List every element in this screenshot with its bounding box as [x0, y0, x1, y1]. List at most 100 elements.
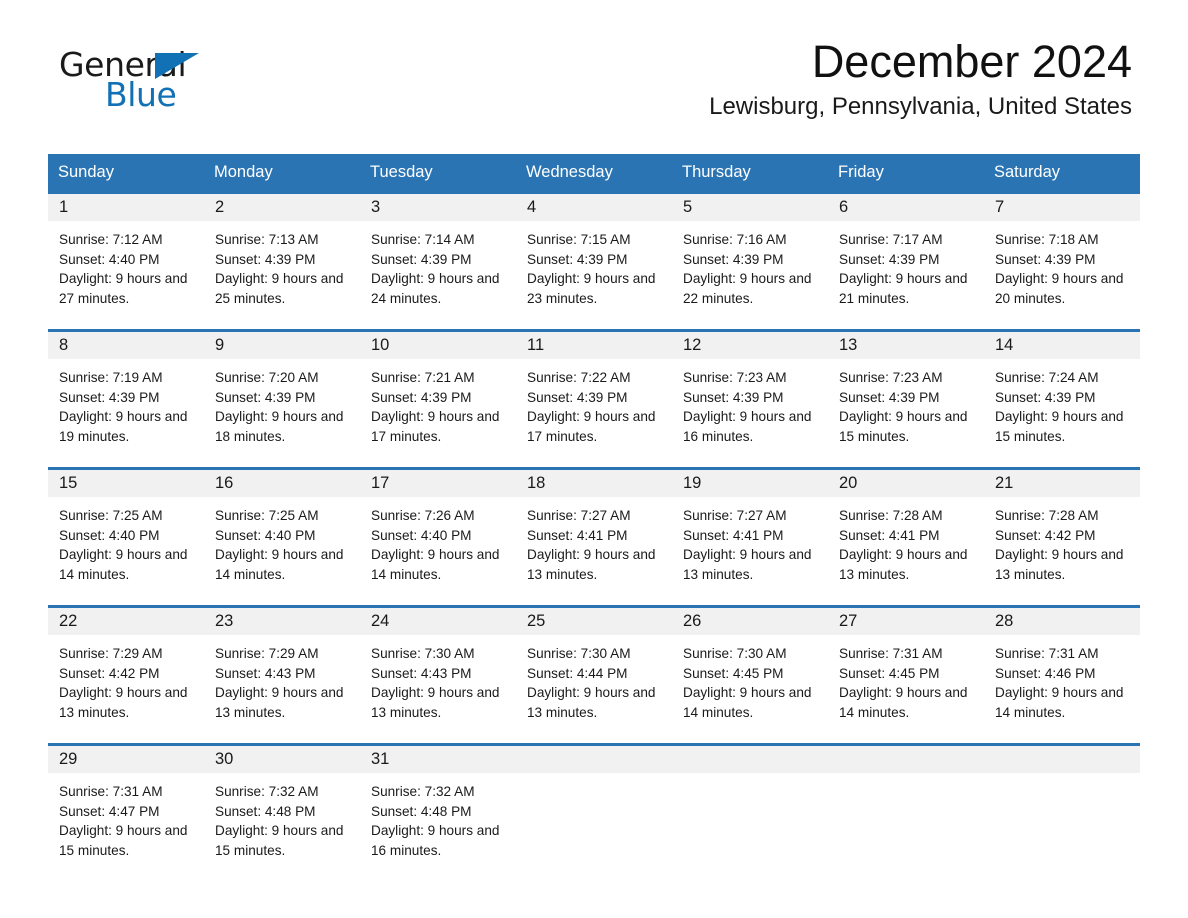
day-cell-inner: 16 Sunrise: 7:25 AM Sunset: 4:40 PM Dayligh… — [204, 470, 360, 605]
daylight-text: Daylight: 9 hours and 16 minutes. — [371, 823, 500, 858]
sunset-text: Sunset: 4:39 PM — [59, 389, 160, 405]
calendar-day-cell[interactable]: 26 Sunrise: 7:30 AM Sunset: 4:45 PM Dayligh… — [672, 605, 828, 745]
day-cell-inner: 17 Sunrise: 7:26 AM Sunset: 4:40 PM Dayligh… — [360, 470, 516, 605]
calendar-day-cell[interactable]: 15 Sunrise: 7:25 AM Sunset: 4:40 PM Dayligh… — [48, 467, 204, 607]
day-cell-inner: 22 Sunrise: 7:29 AM Sunset: 4:42 PM Dayligh… — [48, 608, 204, 743]
day-cell-inner — [516, 746, 672, 881]
calendar-day-cell[interactable]: 19 Sunrise: 7:27 AM Sunset: 4:41 PM Dayligh… — [672, 467, 828, 607]
sunrise-text: Sunrise: 7:17 AM — [839, 232, 943, 247]
day-number — [984, 746, 1140, 773]
day-number: 2 — [204, 194, 360, 221]
day-cell-inner: 23 Sunrise: 7:29 AM Sunset: 4:43 PM Dayligh… — [204, 608, 360, 743]
day-details: Sunrise: 7:30 AM Sunset: 4:45 PM Daylight:… — [672, 635, 828, 722]
calendar-day-cell[interactable]: 12 Sunrise: 7:23 AM Sunset: 4:39 PM Dayligh… — [672, 329, 828, 469]
calendar-day-cell[interactable]: 21 Sunrise: 7:28 AM Sunset: 4:42 PM Dayligh… — [984, 467, 1140, 607]
calendar-day-cell[interactable]: 16 Sunrise: 7:25 AM Sunset: 4:40 PM Dayligh… — [204, 467, 360, 607]
calendar-day-cell[interactable]: 24 Sunrise: 7:30 AM Sunset: 4:43 PM Dayligh… — [360, 605, 516, 745]
day-number: 23 — [204, 608, 360, 635]
daylight-text: Daylight: 9 hours and 20 minutes. — [995, 271, 1124, 306]
sunrise-text: Sunrise: 7:30 AM — [527, 646, 631, 661]
calendar-day-cell[interactable]: 9 Sunrise: 7:20 AM Sunset: 4:39 PM Daylight… — [204, 329, 360, 469]
day-cell-inner: 9 Sunrise: 7:20 AM Sunset: 4:39 PM Daylight… — [204, 332, 360, 467]
day-number: 5 — [672, 194, 828, 221]
sunrise-text: Sunrise: 7:25 AM — [215, 508, 319, 523]
weekday-header-tuesday: Tuesday — [360, 154, 516, 193]
page-header: General Blue December 2024 Lewisburg, Pe… — [48, 0, 1140, 120]
day-number: 7 — [984, 194, 1140, 221]
calendar-day-cell[interactable]: 5 Sunrise: 7:16 AM Sunset: 4:39 PM Daylight… — [672, 191, 828, 331]
weekday-header-friday: Friday — [828, 154, 984, 193]
day-number: 9 — [204, 332, 360, 359]
calendar-day-cell[interactable]: 25 Sunrise: 7:30 AM Sunset: 4:44 PM Dayligh… — [516, 605, 672, 745]
day-cell-inner: 8 Sunrise: 7:19 AM Sunset: 4:39 PM Daylight… — [48, 332, 204, 467]
calendar-day-cell[interactable]: 13 Sunrise: 7:23 AM Sunset: 4:39 PM Dayligh… — [828, 329, 984, 469]
day-details: Sunrise: 7:21 AM Sunset: 4:39 PM Daylight:… — [360, 359, 516, 446]
day-details: Sunrise: 7:19 AM Sunset: 4:39 PM Daylight:… — [48, 359, 204, 446]
sunset-text: Sunset: 4:47 PM — [59, 803, 160, 819]
sunset-text: Sunset: 4:39 PM — [839, 251, 940, 267]
calendar-day-cell[interactable]: 22 Sunrise: 7:29 AM Sunset: 4:42 PM Dayligh… — [48, 605, 204, 745]
calendar-day-cell[interactable]: 30 Sunrise: 7:32 AM Sunset: 4:48 PM Dayligh… — [204, 743, 360, 881]
sunset-text: Sunset: 4:43 PM — [215, 665, 316, 681]
calendar-day-cell[interactable]: 28 Sunrise: 7:31 AM Sunset: 4:46 PM Dayligh… — [984, 605, 1140, 745]
calendar-day-cell[interactable]: 29 Sunrise: 7:31 AM Sunset: 4:47 PM Dayligh… — [48, 743, 204, 881]
day-details: Sunrise: 7:25 AM Sunset: 4:40 PM Daylight:… — [204, 497, 360, 584]
daylight-text: Daylight: 9 hours and 17 minutes. — [371, 409, 500, 444]
calendar-day-cell[interactable]: 7 Sunrise: 7:18 AM Sunset: 4:39 PM Daylight… — [984, 191, 1140, 331]
day-cell-inner: 30 Sunrise: 7:32 AM Sunset: 4:48 PM Dayligh… — [204, 746, 360, 881]
calendar-day-cell[interactable]: 10 Sunrise: 7:21 AM Sunset: 4:39 PM Dayligh… — [360, 329, 516, 469]
sunrise-text: Sunrise: 7:26 AM — [371, 508, 475, 523]
daylight-text: Daylight: 9 hours and 24 minutes. — [371, 271, 500, 306]
calendar-day-cell[interactable]: 11 Sunrise: 7:22 AM Sunset: 4:39 PM Dayligh… — [516, 329, 672, 469]
calendar-week-row: 8 Sunrise: 7:19 AM Sunset: 4:39 PM Daylight… — [48, 329, 1140, 469]
day-cell-inner: 7 Sunrise: 7:18 AM Sunset: 4:39 PM Daylight… — [984, 194, 1140, 329]
day-details: Sunrise: 7:26 AM Sunset: 4:40 PM Daylight:… — [360, 497, 516, 584]
daylight-text: Daylight: 9 hours and 13 minutes. — [683, 547, 812, 582]
sunrise-text: Sunrise: 7:28 AM — [839, 508, 943, 523]
day-cell-inner: 15 Sunrise: 7:25 AM Sunset: 4:40 PM Dayligh… — [48, 470, 204, 605]
calendar-day-cell[interactable]: 31 Sunrise: 7:32 AM Sunset: 4:48 PM Dayligh… — [360, 743, 516, 881]
calendar-day-cell[interactable]: 8 Sunrise: 7:19 AM Sunset: 4:39 PM Daylight… — [48, 329, 204, 469]
sunset-text: Sunset: 4:45 PM — [683, 665, 784, 681]
calendar-day-cell[interactable]: 3 Sunrise: 7:14 AM Sunset: 4:39 PM Daylight… — [360, 191, 516, 331]
location-subtitle: Lewisburg, Pennsylvania, United States — [709, 93, 1132, 121]
day-number: 31 — [360, 746, 516, 773]
day-number: 15 — [48, 470, 204, 497]
calendar-day-cell[interactable]: 23 Sunrise: 7:29 AM Sunset: 4:43 PM Dayligh… — [204, 605, 360, 745]
calendar-day-cell[interactable]: 27 Sunrise: 7:31 AM Sunset: 4:45 PM Dayligh… — [828, 605, 984, 745]
calendar-day-cell-empty — [516, 743, 672, 881]
day-number: 26 — [672, 608, 828, 635]
calendar-day-cell[interactable]: 1 Sunrise: 7:12 AM Sunset: 4:40 PM Daylight… — [48, 191, 204, 331]
day-cell-inner: 31 Sunrise: 7:32 AM Sunset: 4:48 PM Dayligh… — [360, 746, 516, 881]
sunrise-text: Sunrise: 7:15 AM — [527, 232, 631, 247]
title-block: December 2024 Lewisburg, Pennsylvania, U… — [709, 38, 1132, 121]
calendar-day-cell[interactable]: 20 Sunrise: 7:28 AM Sunset: 4:41 PM Dayligh… — [828, 467, 984, 607]
day-details: Sunrise: 7:15 AM Sunset: 4:39 PM Daylight:… — [516, 221, 672, 308]
daylight-text: Daylight: 9 hours and 13 minutes. — [59, 685, 188, 720]
sunrise-text: Sunrise: 7:31 AM — [839, 646, 943, 661]
sunrise-text: Sunrise: 7:32 AM — [371, 784, 475, 799]
day-details: Sunrise: 7:18 AM Sunset: 4:39 PM Daylight:… — [984, 221, 1140, 308]
day-details: Sunrise: 7:13 AM Sunset: 4:39 PM Daylight:… — [204, 221, 360, 308]
daylight-text: Daylight: 9 hours and 13 minutes. — [527, 547, 656, 582]
day-details: Sunrise: 7:12 AM Sunset: 4:40 PM Daylight:… — [48, 221, 204, 308]
daylight-text: Daylight: 9 hours and 14 minutes. — [683, 685, 812, 720]
day-number: 19 — [672, 470, 828, 497]
calendar-day-cell[interactable]: 18 Sunrise: 7:27 AM Sunset: 4:41 PM Dayligh… — [516, 467, 672, 607]
day-cell-inner: 25 Sunrise: 7:30 AM Sunset: 4:44 PM Dayligh… — [516, 608, 672, 743]
daylight-text: Daylight: 9 hours and 15 minutes. — [215, 823, 344, 858]
calendar-day-cell[interactable]: 14 Sunrise: 7:24 AM Sunset: 4:39 PM Dayligh… — [984, 329, 1140, 469]
calendar-day-cell[interactable]: 6 Sunrise: 7:17 AM Sunset: 4:39 PM Daylight… — [828, 191, 984, 331]
day-number: 28 — [984, 608, 1140, 635]
day-cell-inner: 5 Sunrise: 7:16 AM Sunset: 4:39 PM Daylight… — [672, 194, 828, 329]
calendar-day-cell[interactable]: 2 Sunrise: 7:13 AM Sunset: 4:39 PM Daylight… — [204, 191, 360, 331]
sunrise-text: Sunrise: 7:28 AM — [995, 508, 1099, 523]
general-blue-logo: General Blue — [59, 48, 319, 114]
daylight-text: Daylight: 9 hours and 14 minutes. — [215, 547, 344, 582]
day-details: Sunrise: 7:27 AM Sunset: 4:41 PM Daylight:… — [672, 497, 828, 584]
calendar-day-cell[interactable]: 17 Sunrise: 7:26 AM Sunset: 4:40 PM Dayligh… — [360, 467, 516, 607]
calendar-day-cell[interactable]: 4 Sunrise: 7:15 AM Sunset: 4:39 PM Daylight… — [516, 191, 672, 331]
sunset-text: Sunset: 4:39 PM — [215, 251, 316, 267]
day-number: 10 — [360, 332, 516, 359]
day-number: 17 — [360, 470, 516, 497]
